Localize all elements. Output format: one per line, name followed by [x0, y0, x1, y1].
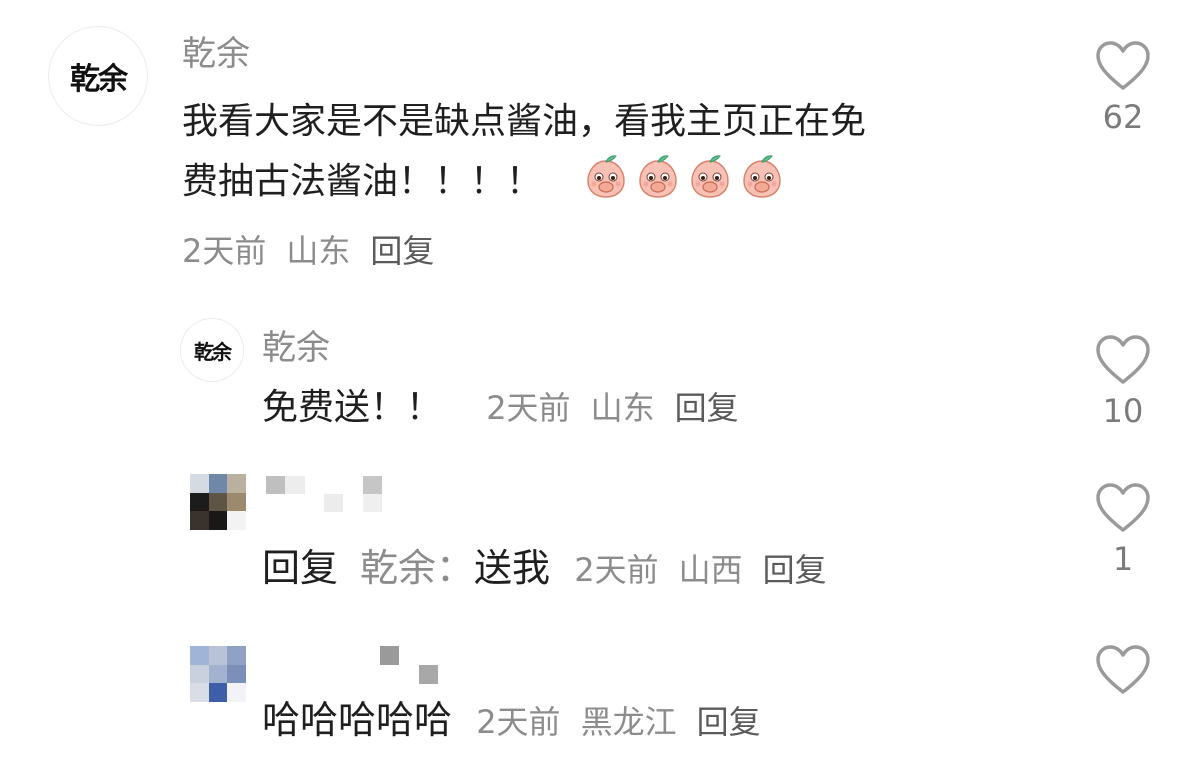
- reply-target-username[interactable]: 乾余：: [360, 546, 474, 590]
- username[interactable]: 乾余: [262, 320, 330, 369]
- comment-text-line: 我看大家是不是缺点酱油，看我主页正在免: [182, 101, 867, 142]
- avatar[interactable]: [190, 474, 246, 530]
- location: 山东: [590, 389, 655, 427]
- comment-text: 送我: [474, 546, 551, 590]
- comment-meta: 2天前 山东 回复: [182, 226, 454, 272]
- location: 山东: [286, 232, 351, 270]
- timestamp: 2天前: [476, 703, 561, 741]
- like-button[interactable]: 62: [1088, 40, 1158, 136]
- like-count: 62: [1102, 98, 1144, 136]
- peach-emoji-icon: [739, 155, 791, 202]
- like-button[interactable]: 1: [1088, 482, 1158, 578]
- timestamp: 2天前: [182, 232, 267, 270]
- reply-button[interactable]: 回复: [370, 232, 434, 270]
- avatar[interactable]: 乾余: [48, 26, 148, 126]
- location: 山西: [678, 551, 743, 589]
- location: 黑龙江: [580, 703, 677, 741]
- like-button[interactable]: 10: [1088, 334, 1158, 430]
- reply-button[interactable]: 回复: [763, 551, 827, 589]
- reply-row: 免费送！！ 2天前 山东 回复: [262, 378, 739, 438]
- reply-row: 哈哈哈哈哈 2天前 黑龙江 回复: [262, 690, 761, 752]
- reply-button[interactable]: 回复: [697, 703, 761, 741]
- timestamp: 2天前: [486, 389, 571, 427]
- comment-text: 哈哈哈哈哈: [262, 698, 453, 742]
- avatar-logo: 乾余: [70, 62, 128, 97]
- reply-button[interactable]: 回复: [675, 389, 739, 427]
- avatar-logo: 乾余: [194, 339, 232, 364]
- username[interactable]: 乾余: [182, 26, 250, 75]
- peach-emoji-icon: [687, 155, 739, 202]
- like-count: 1: [1112, 540, 1134, 578]
- heart-icon: [1095, 40, 1151, 92]
- like-count: 10: [1102, 392, 1144, 430]
- avatar[interactable]: 乾余: [180, 318, 244, 382]
- comment-text: 我看大家是不是缺点酱油，看我主页正在免 费抽古法酱油！！！！: [182, 92, 1042, 212]
- heart-icon: [1095, 334, 1151, 386]
- heart-icon: [1095, 482, 1151, 534]
- comment-text: 免费送！！: [262, 387, 443, 428]
- avatar[interactable]: [190, 646, 246, 702]
- reply-prefix: 回复: [262, 546, 339, 590]
- peach-emoji-icon: [583, 155, 635, 202]
- reply-row: 回复 乾余：送我 2天前 山西 回复: [262, 538, 827, 600]
- like-button[interactable]: [1088, 644, 1158, 696]
- timestamp: 2天前: [574, 551, 659, 589]
- heart-icon: [1095, 644, 1151, 696]
- username-pixelated[interactable]: [380, 646, 438, 684]
- peach-emoji-icon: [635, 155, 687, 202]
- username-pixelated[interactable]: [266, 476, 382, 512]
- comment-text-line: 费抽古法酱油！！！！: [182, 161, 543, 202]
